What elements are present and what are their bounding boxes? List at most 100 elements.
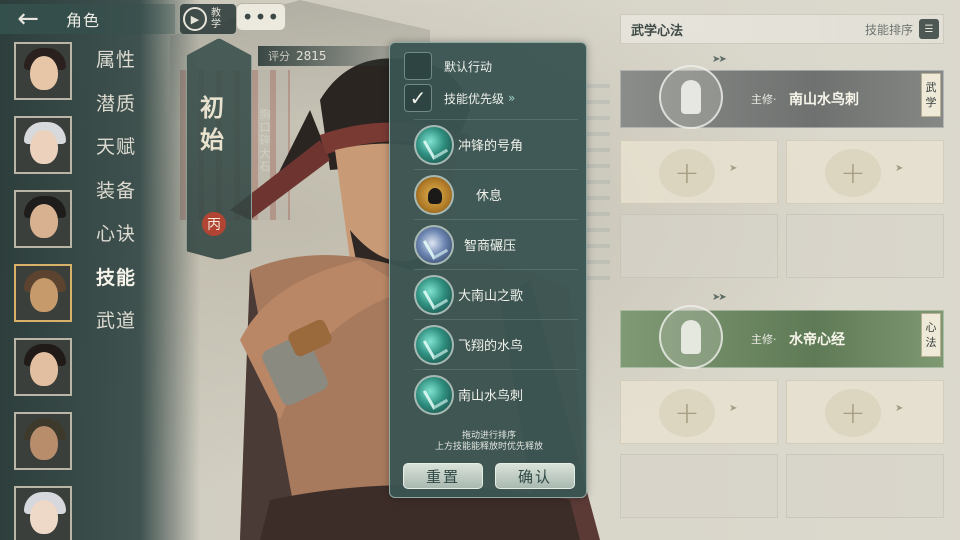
martial-figure-emblem-icon (659, 305, 723, 369)
skill-name: 大南山之歌 (458, 289, 524, 304)
back-arrow-icon[interactable]: ← (0, 4, 56, 34)
play-icon: ▶ (183, 7, 207, 31)
skill-row[interactable]: 休息 (414, 169, 578, 219)
menu-equipment[interactable]: 装备 (96, 177, 156, 221)
portrait-heroine-2[interactable] (14, 116, 72, 174)
plus-icon: + (825, 389, 881, 437)
tutorial-button[interactable]: ▶ 教学 (180, 4, 236, 34)
sort-hint-line2: 上方技能能释放时优先释放 (434, 442, 543, 452)
sort-list-icon[interactable]: ☰ (919, 19, 939, 39)
character-menu: 属性 潜质 天赋 装备 心诀 技能 武道 (96, 46, 156, 351)
portrait-face (30, 426, 58, 460)
character-score: 评分 2815 (258, 46, 390, 66)
skill-row[interactable]: 智商碾压 (414, 219, 578, 269)
menu-skills[interactable]: 技能 (96, 264, 156, 308)
score-value: 2815 (296, 49, 327, 63)
checkmark-icon[interactable]: ✓ (404, 84, 432, 112)
martial-slot-locked (786, 214, 944, 278)
heart-slot-locked (786, 454, 944, 518)
martial-slot-empty[interactable]: + ➤ (786, 140, 944, 204)
portrait-heroine-7[interactable] (14, 486, 72, 540)
feather-arrows-icon: ➤➤ (712, 292, 727, 303)
martial-arts-title: 武学心法 (631, 23, 684, 39)
spear-warrior-emblem-icon (659, 65, 723, 129)
reset-button[interactable]: 重置 (403, 463, 483, 489)
portrait-heroine-5[interactable] (14, 338, 72, 396)
skill-name: 冲锋的号角 (458, 139, 524, 154)
character-portrait-list (14, 42, 72, 540)
skill-row[interactable]: 大南山之歌 (414, 269, 578, 319)
skill-name: 飞翔的水鸟 (458, 339, 524, 354)
skill-row[interactable]: 飞翔的水鸟 (414, 319, 578, 369)
menu-talent[interactable]: 天赋 (96, 133, 156, 177)
feather-arrow-icon: ➤ (895, 403, 904, 414)
skill-sort-label[interactable]: 技能排序 (865, 21, 913, 38)
skill-priority-option[interactable]: ✓ 技能优先级 » (404, 83, 515, 113)
waterbird-skill-icon (414, 324, 454, 365)
portrait-heroine-1[interactable] (14, 42, 72, 100)
sort-hint-line1: 拖动进行排序 (461, 431, 516, 441)
martial-figure (681, 320, 701, 354)
crush-skill-icon (414, 224, 454, 265)
sort-hint: 拖动进行排序 上方技能能释放时优先释放 (390, 431, 588, 453)
martial-tag: 武学 (921, 73, 941, 117)
menu-martial-way[interactable]: 武道 (96, 307, 156, 351)
plus-icon: + (825, 149, 881, 197)
portrait-face (30, 130, 58, 164)
character-grade-seal: 丙 (202, 212, 226, 236)
main-martial-art-name: 南山水鸟刺 (789, 92, 859, 108)
stab-skill-icon (414, 374, 454, 415)
horn-skill-icon (414, 124, 454, 165)
portrait-hero-selected[interactable] (14, 264, 72, 322)
skill-priority-label: 技能优先级 (444, 91, 505, 106)
tutorial-label: 教学 (211, 8, 221, 30)
portrait-hero-6[interactable] (14, 412, 72, 470)
heart-method-tag: 心法 (921, 313, 941, 357)
portrait-face (30, 56, 58, 90)
top-nav-bar: ← 角色 (0, 4, 175, 34)
double-chevron-icon: » (508, 91, 516, 105)
default-action-option[interactable]: 默认行动 (404, 51, 492, 81)
meditate-skill-icon (414, 174, 454, 215)
skill-name: 南山水鸟刺 (458, 389, 524, 404)
feather-arrows-icon: ➤➤ (712, 54, 727, 65)
main-heart-method-name: 水帝心经 (789, 332, 845, 348)
heart-slot-empty[interactable]: + ➤ (786, 380, 944, 444)
portrait-face (30, 500, 58, 534)
skill-priority-popup: 默认行动 ✓ 技能优先级 » 冲锋的号角 休息 智商碾压 大南山之歌 飞翔的水鸟… (389, 42, 587, 498)
default-action-label: 默认行动 (444, 59, 493, 74)
skill-name: 休息 (476, 189, 503, 204)
score-label: 评分 (268, 50, 290, 63)
portrait-face (30, 352, 58, 386)
song-skill-icon (414, 274, 454, 315)
martial-arts-header: 武学心法 技能排序 ☰ (620, 14, 944, 44)
confirm-button[interactable]: 确认 (495, 463, 575, 489)
heart-slot-locked (620, 454, 778, 518)
martial-slot-locked (620, 214, 778, 278)
default-action-checkbox[interactable] (404, 52, 432, 80)
portrait-face (30, 278, 58, 312)
menu-attributes[interactable]: 属性 (96, 46, 156, 90)
character-title: 胸口碎大石 (259, 108, 271, 173)
portrait-face (30, 204, 58, 238)
page-title: 角色 (66, 11, 101, 30)
skill-row[interactable]: 冲锋的号角 (414, 119, 578, 169)
main-heart-method-slot[interactable]: 主修· 水帝心经 心法 (620, 305, 944, 369)
warrior-figure (681, 80, 701, 114)
skill-name: 智商碾压 (464, 239, 517, 254)
character-name: 初始 (200, 93, 224, 154)
plus-icon: + (659, 389, 715, 437)
portrait-hero-3[interactable] (14, 190, 72, 248)
feather-arrow-icon: ➤ (729, 403, 738, 414)
plus-icon: + (659, 149, 715, 197)
more-options-button[interactable]: ••• (236, 3, 286, 31)
main-martial-art-slot[interactable]: 主修· 南山水鸟刺 武学 (620, 65, 944, 129)
heart-slot-empty[interactable]: + ➤ (620, 380, 778, 444)
main-study-prefix: 主修· (751, 93, 777, 106)
character-sidebar: ← 角色 属性 潜质 天赋 装备 心诀 技能 武道 (0, 0, 200, 540)
menu-mind-art[interactable]: 心诀 (96, 220, 156, 264)
menu-potential[interactable]: 潜质 (96, 90, 156, 134)
feather-arrow-icon: ➤ (895, 163, 904, 174)
martial-slot-empty[interactable]: + ➤ (620, 140, 778, 204)
skill-row[interactable]: 南山水鸟刺 (414, 369, 578, 419)
